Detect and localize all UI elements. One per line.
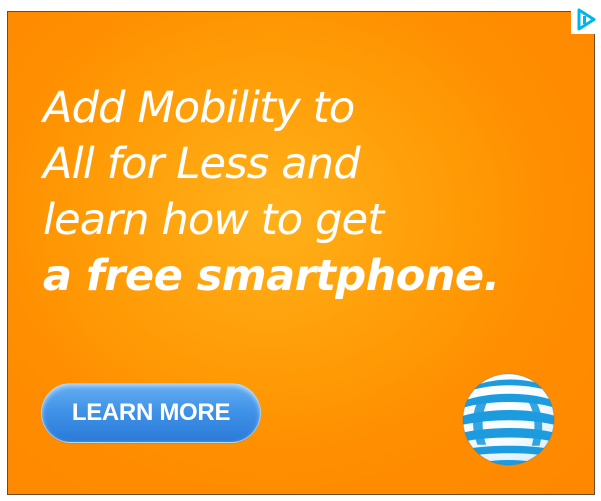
headline-line-3: learn how to get — [43, 195, 384, 245]
ad-headline: Add Mobility to All for Less and learn h… — [43, 80, 583, 304]
headline-line-4: a free smartphone. — [43, 251, 500, 301]
headline-line-2: All for Less and — [43, 139, 361, 189]
learn-more-button[interactable]: LEARN MORE — [41, 383, 261, 443]
advertisement-banner[interactable]: Add Mobility to All for Less and learn h… — [7, 11, 595, 495]
att-globe-icon — [462, 373, 555, 466]
adchoices-icon[interactable] — [571, 5, 600, 34]
headline-line-1: Add Mobility to — [43, 83, 355, 133]
